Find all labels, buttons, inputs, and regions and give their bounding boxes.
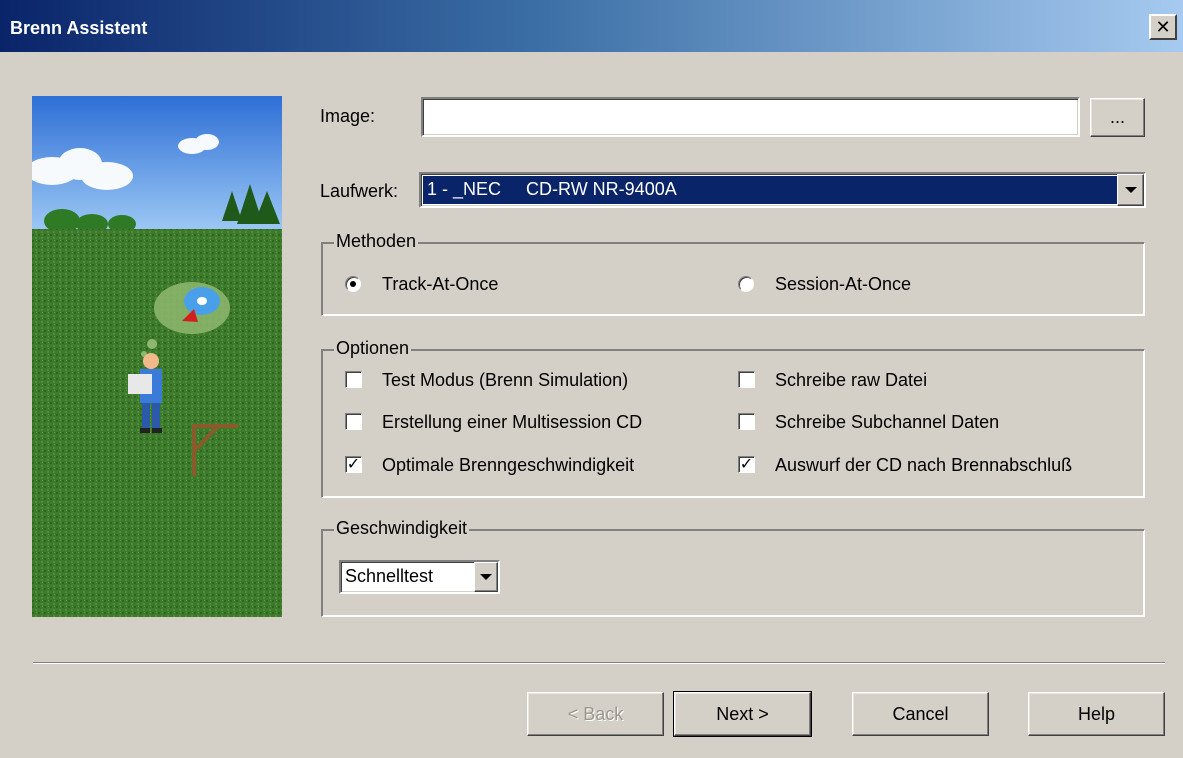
browse-label: ...: [1109, 107, 1125, 127]
wizard-illustration: [32, 96, 282, 617]
checkbox-multisession[interactable]: [345, 413, 362, 430]
title-bar: Brenn Assistent ✕: [0, 0, 1183, 52]
drive-label: Laufwerk:: [320, 181, 399, 201]
window-title: Brenn Assistent: [10, 18, 148, 38]
next-label: Next >: [716, 703, 769, 724]
checkbox-test-mode-label: Test Modus (Brenn Simulation): [382, 370, 629, 390]
speed-dropdown-button[interactable]: [474, 562, 498, 592]
chevron-down-icon: [480, 574, 492, 580]
drive-select[interactable]: 1 - _NEC CD-RW NR-9400A: [419, 172, 1146, 208]
checkbox-eject[interactable]: ✓: [738, 456, 755, 473]
checkbox-test-mode[interactable]: [345, 371, 362, 388]
radio-session-at-once-label: Session-At-Once: [775, 274, 912, 294]
back-label: < Back: [567, 703, 624, 724]
checkbox-raw-file[interactable]: [738, 371, 755, 388]
drive-selected-value: 1 - _NEC CD-RW NR-9400A: [423, 176, 1117, 204]
chevron-down-icon: [1124, 187, 1137, 193]
help-button[interactable]: Help: [1028, 692, 1165, 736]
speed-select[interactable]: Schnelltest: [339, 560, 500, 594]
checkbox-multisession-label: Erstellung einer Multisession CD: [382, 412, 643, 432]
checkbox-raw-file-label: Schreibe raw Datei: [775, 370, 928, 390]
checkbox-subchannel-label: Schreibe Subchannel Daten: [775, 412, 1000, 432]
radio-track-at-once-label: Track-At-Once: [382, 274, 499, 294]
next-button[interactable]: Next >: [673, 691, 812, 737]
checkbox-subchannel[interactable]: [738, 413, 755, 430]
speed-selected-value: Schnelltest: [345, 566, 434, 586]
help-label: Help: [1077, 703, 1116, 724]
checkbox-optimal-speed-label: Optimale Brenngeschwindigkeit: [382, 455, 635, 475]
methods-legend: Methoden: [334, 231, 419, 252]
checkbox-optimal-speed[interactable]: ✓: [345, 456, 362, 473]
cancel-button[interactable]: Cancel: [852, 692, 989, 736]
image-path-input[interactable]: [421, 97, 1080, 137]
speed-legend: Geschwindigkeit: [334, 518, 470, 539]
cancel-label: Cancel: [892, 703, 949, 724]
drive-dropdown-button[interactable]: [1117, 174, 1144, 206]
browse-button[interactable]: ...: [1090, 98, 1145, 137]
wizard-picture: [32, 96, 282, 617]
radio-track-at-once[interactable]: [345, 276, 361, 292]
radio-session-at-once[interactable]: [738, 276, 754, 292]
close-button[interactable]: ✕: [1149, 14, 1177, 40]
close-icon: ✕: [1155, 17, 1171, 37]
checkbox-eject-label: Auswurf der CD nach Brennabschluß: [775, 455, 1073, 475]
back-button[interactable]: < Back: [527, 692, 664, 736]
image-label: Image:: [320, 106, 376, 126]
options-legend: Optionen: [334, 338, 412, 359]
footer-separator: [33, 662, 1165, 664]
